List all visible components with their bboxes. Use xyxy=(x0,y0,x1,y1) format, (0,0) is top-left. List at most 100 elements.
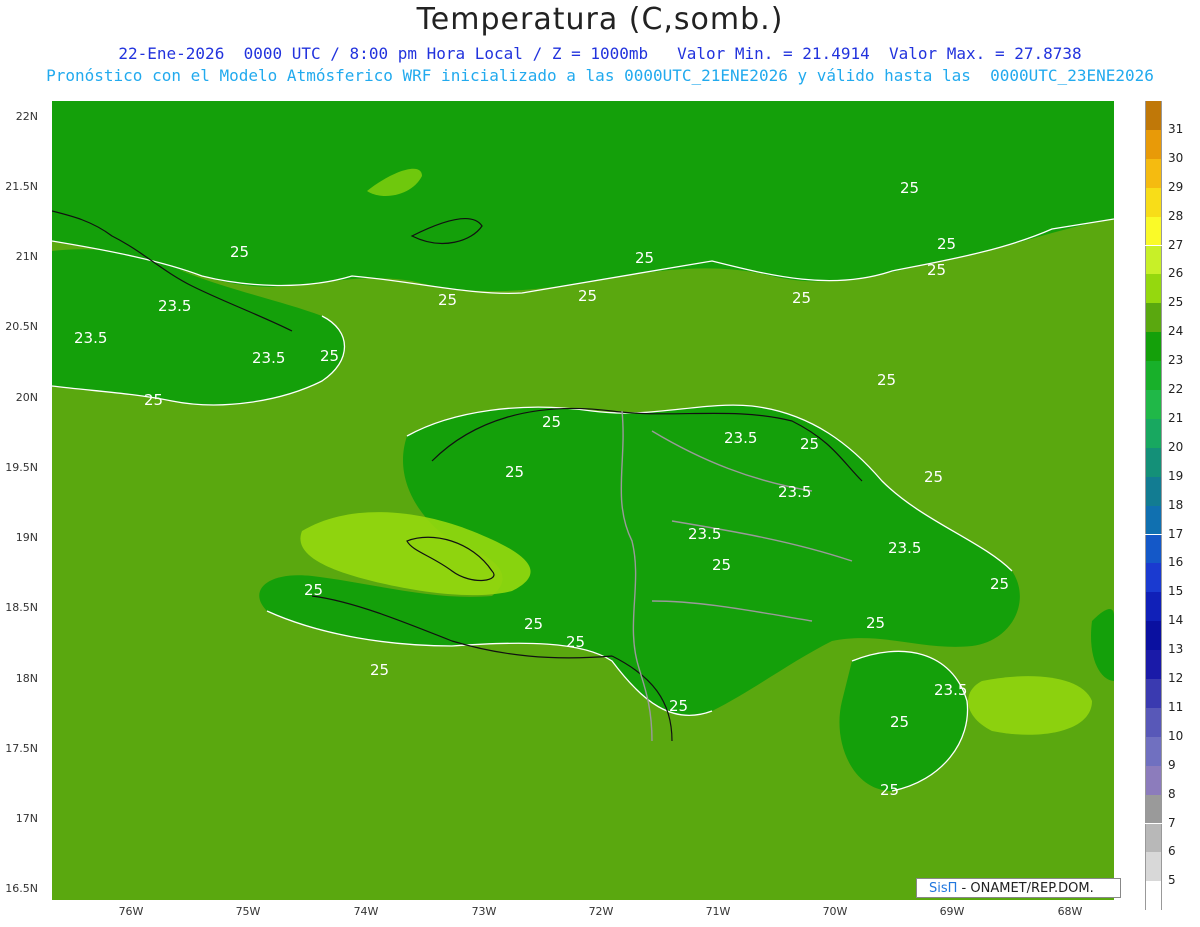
lat-label: 19.5N xyxy=(5,461,38,474)
colorbar-swatch xyxy=(1145,187,1162,217)
temperature-map: 25 25 25 25 25 25 25 25 25 25 25 25 25 2… xyxy=(52,101,1114,900)
contour-label: 23.5 xyxy=(252,349,286,367)
colorbar-swatch xyxy=(1145,447,1162,477)
contour-label: 25 xyxy=(578,287,598,305)
contour-label: 25 xyxy=(542,413,562,431)
lat-label: 19N xyxy=(15,531,38,544)
colorbar-swatch xyxy=(1145,650,1162,679)
colorbar-label: 15 xyxy=(1168,584,1184,599)
colorbar-swatch xyxy=(1145,361,1162,390)
lat-label: 22N xyxy=(15,110,38,123)
contour-label: 25 xyxy=(877,371,897,389)
colorbar-swatch xyxy=(1145,621,1162,651)
colorbar-swatch xyxy=(1145,563,1162,593)
lon-label: 76W xyxy=(118,905,144,918)
colorbar-swatch xyxy=(1145,274,1162,304)
colorbar-swatch xyxy=(1145,823,1162,853)
colorbar-swatch xyxy=(1145,303,1162,333)
colorbar-swatch xyxy=(1145,852,1162,882)
contour-label: 23.5 xyxy=(934,681,968,699)
colorbar-swatch xyxy=(1145,794,1162,824)
colorbar-label: 18 xyxy=(1168,497,1184,512)
contour-label: 25 xyxy=(230,243,250,261)
colorbar-label: 20 xyxy=(1168,439,1184,454)
lat-label: 20.5N xyxy=(5,320,38,333)
lat-label: 18.5N xyxy=(5,601,38,614)
colorbar-swatch xyxy=(1145,216,1162,246)
contour-label: 25 xyxy=(792,289,812,307)
credit-box: SisΠ - ONAMET/REP.DOM. xyxy=(916,878,1121,898)
contour-label: 23.5 xyxy=(74,329,108,347)
lat-label: 17.5N xyxy=(5,742,38,755)
map-subtitle-time: 22-Ene-2026 0000 UTC / 8:00 pm Hora Loca… xyxy=(118,44,1082,63)
lat-label: 21.5N xyxy=(5,180,38,193)
colorbar-label: 26 xyxy=(1168,266,1184,281)
colorbar-swatch xyxy=(1145,332,1162,362)
colorbar-label: 23 xyxy=(1168,353,1184,368)
colorbar-label: 7 xyxy=(1168,815,1176,830)
colorbar-swatch xyxy=(1145,158,1162,188)
contour-label: 25 xyxy=(370,661,390,679)
contour-label: 25 xyxy=(937,235,957,253)
colorbar-swatch xyxy=(1145,679,1162,708)
contour-label: 25 xyxy=(524,615,544,633)
contour-label: 25 xyxy=(712,556,732,574)
contour-label: 25 xyxy=(924,468,944,486)
credit-brand: SisΠ xyxy=(929,881,958,896)
lat-label: 16.5N xyxy=(5,882,38,895)
colorbar-label: 16 xyxy=(1168,555,1184,570)
contour-label: 25 xyxy=(890,713,910,731)
lon-label: 69W xyxy=(939,905,965,918)
map-canvas xyxy=(52,101,1114,900)
colorbar-label: 25 xyxy=(1168,295,1184,310)
contour-label: 25 xyxy=(438,291,458,309)
lat-label: 18N xyxy=(15,672,38,685)
lat-label: 21N xyxy=(15,250,38,263)
lon-label: 75W xyxy=(235,905,261,918)
colorbar-swatch xyxy=(1145,129,1162,159)
lon-label: 68W xyxy=(1057,905,1083,918)
contour-label: 25 xyxy=(880,781,900,799)
map-subtitle-model: Pronóstico con el Modelo Atmósferico WRF… xyxy=(46,66,1154,85)
contour-label: 25 xyxy=(669,697,689,715)
colorbar-label: 10 xyxy=(1168,728,1184,743)
colorbar-label: 6 xyxy=(1168,844,1176,859)
colorbar-label: 8 xyxy=(1168,786,1176,801)
colorbar-swatch xyxy=(1145,765,1162,795)
contour-label: 23.5 xyxy=(688,525,722,543)
colorbar-label: 17 xyxy=(1168,526,1184,541)
colorbar-label: 21 xyxy=(1168,410,1184,425)
colorbar-swatch xyxy=(1145,101,1162,130)
colorbar-label: 11 xyxy=(1168,699,1184,714)
lon-label: 73W xyxy=(471,905,497,918)
lat-label: 20N xyxy=(15,391,38,404)
colorbar-swatch xyxy=(1145,534,1162,564)
lon-label: 74W xyxy=(353,905,379,918)
colorbar-swatch xyxy=(1145,707,1162,737)
colorbar-label: 30 xyxy=(1168,150,1184,165)
colorbar-swatch xyxy=(1145,592,1162,622)
lon-label: 72W xyxy=(588,905,614,918)
colorbar-swatch xyxy=(1145,418,1162,448)
lon-label: 71W xyxy=(705,905,731,918)
contour-label: 25 xyxy=(635,249,655,267)
colorbar-label: 24 xyxy=(1168,324,1184,339)
colorbar-label: 27 xyxy=(1168,237,1184,252)
contour-label: 23.5 xyxy=(778,483,812,501)
lat-label: 17N xyxy=(15,812,38,825)
colorbar-label: 29 xyxy=(1168,179,1184,194)
colorbar-label: 22 xyxy=(1168,382,1184,396)
colorbar-label: 28 xyxy=(1168,208,1184,223)
colorbar-swatch xyxy=(1145,476,1162,506)
contour-label: 25 xyxy=(800,435,820,453)
colorbar-swatch xyxy=(1145,390,1162,419)
contour-label: 25 xyxy=(900,179,920,197)
colorbar-label: 19 xyxy=(1168,468,1184,483)
colorbar-label: 5 xyxy=(1168,873,1176,888)
contour-label: 25 xyxy=(566,633,586,651)
contour-label: 25 xyxy=(866,614,886,632)
contour-label: 25 xyxy=(144,391,164,409)
contour-label: 25 xyxy=(320,347,340,365)
contour-label: 25 xyxy=(990,575,1010,593)
colorbar-swatch xyxy=(1145,245,1162,275)
